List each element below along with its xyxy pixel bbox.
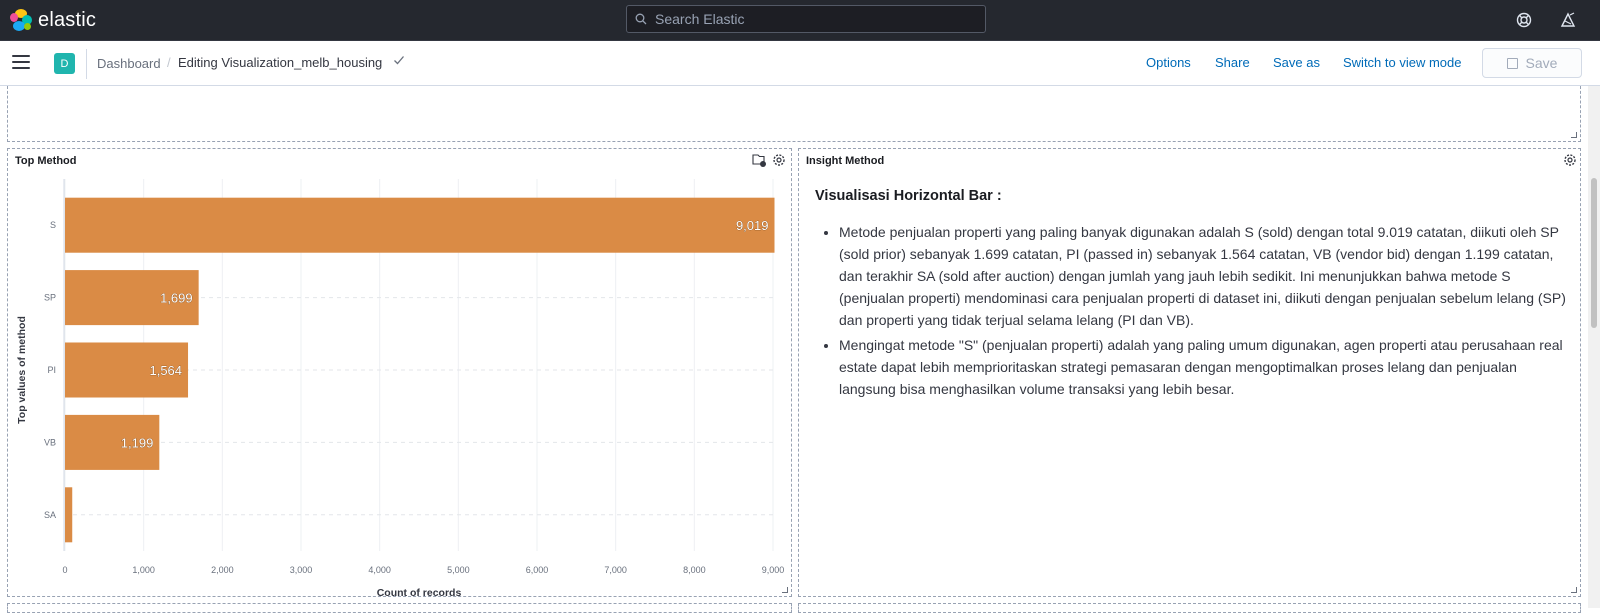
newsfeed-icon[interactable] (1559, 11, 1577, 29)
gear-icon[interactable] (771, 152, 787, 168)
space-avatar[interactable]: D (54, 53, 75, 74)
logo-text: elastic (38, 8, 97, 31)
x-tick-label: 6,000 (526, 565, 549, 575)
resize-handle[interactable] (1571, 132, 1577, 138)
x-tick-label: 9,000 (762, 565, 785, 575)
save-button[interactable]: Save (1482, 48, 1582, 78)
breadcrumb-current: Editing Visualization_melb_housing (178, 55, 383, 70)
x-tick-label: 3,000 (290, 565, 313, 575)
switch-to-view-mode-link[interactable]: Switch to view mode (1343, 55, 1462, 70)
insight-bullet: Mengingat metode "S" (penjualan properti… (839, 334, 1571, 400)
save-button-label: Save (1525, 55, 1558, 71)
y-tick-label: PI (47, 365, 56, 375)
check-icon (394, 56, 404, 65)
page-scrollbar[interactable] (1588, 86, 1600, 608)
app-toolbar: D Dashboard / Editing Visualization_melb… (0, 41, 1600, 86)
toolbar-divider (86, 49, 87, 79)
resize-handle[interactable] (782, 587, 788, 593)
bar (65, 487, 73, 543)
panel-title: Top Method (15, 155, 77, 167)
x-tick-label: 0 (62, 565, 67, 575)
markdown-content: Visualisasi Horizontal Bar : Metode penj… (815, 185, 1571, 403)
search-icon (635, 13, 647, 25)
bar-value-label: 1,699 (160, 291, 193, 306)
x-tick-label: 4,000 (368, 565, 391, 575)
x-axis-title: Count of records (377, 587, 462, 596)
y-tick-label: S (50, 220, 56, 230)
share-link[interactable]: Share (1215, 55, 1250, 70)
gear-icon[interactable] (1562, 152, 1578, 168)
panel-bottom-left-partial (7, 603, 792, 613)
scrollbar-thumb[interactable] (1591, 178, 1597, 328)
insight-bullet: Metode penjualan properti yang paling ba… (839, 221, 1571, 331)
elastic-logo-icon (10, 9, 32, 31)
bar-value-label: 1,199 (121, 435, 154, 450)
resize-handle[interactable] (1571, 587, 1577, 593)
x-tick-label: 8,000 (683, 565, 706, 575)
options-link[interactable]: Options (1146, 55, 1191, 70)
y-tick-label: VB (44, 437, 56, 447)
elastic-logo[interactable]: elastic (10, 8, 96, 32)
bar-chart: 0 1,000 2,000 3,000 4,000 5,000 6,000 7,000 8,00… (16, 179, 785, 596)
save-as-link[interactable]: Save as (1273, 55, 1320, 70)
search-input[interactable]: Search Elastic (626, 5, 986, 33)
panel-top-partial (7, 86, 1581, 142)
panel-title: Insight Method (806, 155, 885, 167)
y-tick-label: SA (44, 510, 56, 520)
y-tick-label: SP (44, 293, 56, 303)
menu-toggle-icon[interactable] (12, 55, 30, 71)
bar (65, 197, 775, 253)
panel-bottom-right-partial (798, 603, 1581, 613)
x-tick-label: 2,000 (211, 565, 234, 575)
x-tick-label: 5,000 (447, 565, 470, 575)
breadcrumb-separator: / (167, 55, 171, 70)
panel-insight-method: Insight Method Visualisasi Horizontal Ba… (798, 148, 1581, 597)
y-axis-title: Top values of method (16, 316, 28, 424)
save-icon (1506, 57, 1518, 69)
panel-top-method: Top Method 0 1,000 2,000 3,000 4,000 5,000 6,0… (7, 148, 792, 597)
global-header: elastic Search Elastic (0, 0, 1600, 41)
x-tick-label: 7,000 (604, 565, 627, 575)
x-tick-label: 1,000 (132, 565, 155, 575)
breadcrumb-dashboard[interactable]: Dashboard (97, 56, 161, 71)
filter-icon[interactable] (751, 152, 767, 168)
bar-value-label: 9,019 (736, 218, 769, 233)
insight-list: Metode penjualan properti yang paling ba… (815, 221, 1571, 400)
bar-value-label: 1,564 (149, 363, 182, 378)
search-placeholder: Search Elastic (655, 11, 745, 27)
help-icon[interactable] (1515, 11, 1533, 29)
insight-heading: Visualisasi Horizontal Bar : (815, 188, 1002, 204)
